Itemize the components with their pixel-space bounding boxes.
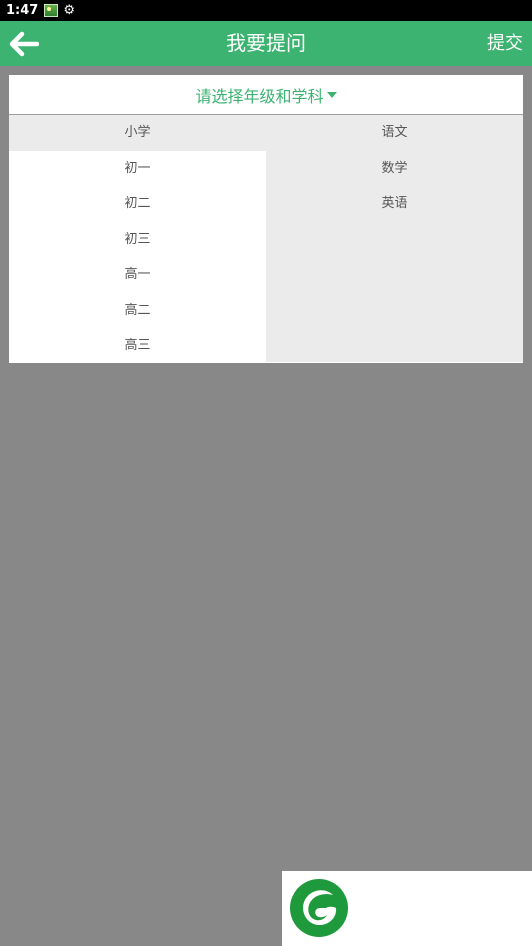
app-logo-banner[interactable] <box>282 871 532 946</box>
caret-down-icon <box>326 91 337 98</box>
grade-list: 小学 初一 初二 初三 高一 高二 高三 <box>9 115 266 362</box>
submit-button[interactable]: 提交 <box>487 21 523 66</box>
subject-item[interactable]: 数学 <box>266 151 523 187</box>
selector-label: 请选择年级和学科 <box>195 86 324 106</box>
settings-gear-icon: ⚙ <box>63 3 75 18</box>
app-logo-icon <box>290 879 348 937</box>
grade-item[interactable]: 小学 <box>9 115 266 151</box>
grade-subject-panel: 请选择年级和学科 小学 初一 初二 初三 高一 高二 高三 语文 数学 英语 <box>9 75 523 363</box>
status-bar: 1:47 ⚙ <box>0 0 532 21</box>
grade-item[interactable]: 初一 <box>9 151 266 187</box>
image-notification-icon <box>44 4 59 17</box>
grade-item[interactable]: 初二 <box>9 186 266 222</box>
subject-item[interactable]: 英语 <box>266 186 523 222</box>
subject-list: 语文 数学 英语 <box>266 115 523 362</box>
subject-item[interactable]: 语文 <box>266 115 523 151</box>
page-title: 我要提问 <box>226 31 306 55</box>
status-time: 1:47 <box>6 3 39 18</box>
grade-item[interactable]: 高三 <box>9 328 266 364</box>
selection-lists: 小学 初一 初二 初三 高一 高二 高三 语文 数学 英语 <box>9 115 523 362</box>
grade-item[interactable]: 高二 <box>9 293 266 329</box>
grade-item[interactable]: 高一 <box>9 257 266 293</box>
back-arrow-icon <box>9 31 39 57</box>
grade-item[interactable]: 初三 <box>9 222 266 258</box>
grade-subject-selector[interactable]: 请选择年级和学科 <box>9 75 523 115</box>
back-button[interactable] <box>8 29 40 59</box>
app-bar: 我要提问 提交 <box>0 21 532 66</box>
